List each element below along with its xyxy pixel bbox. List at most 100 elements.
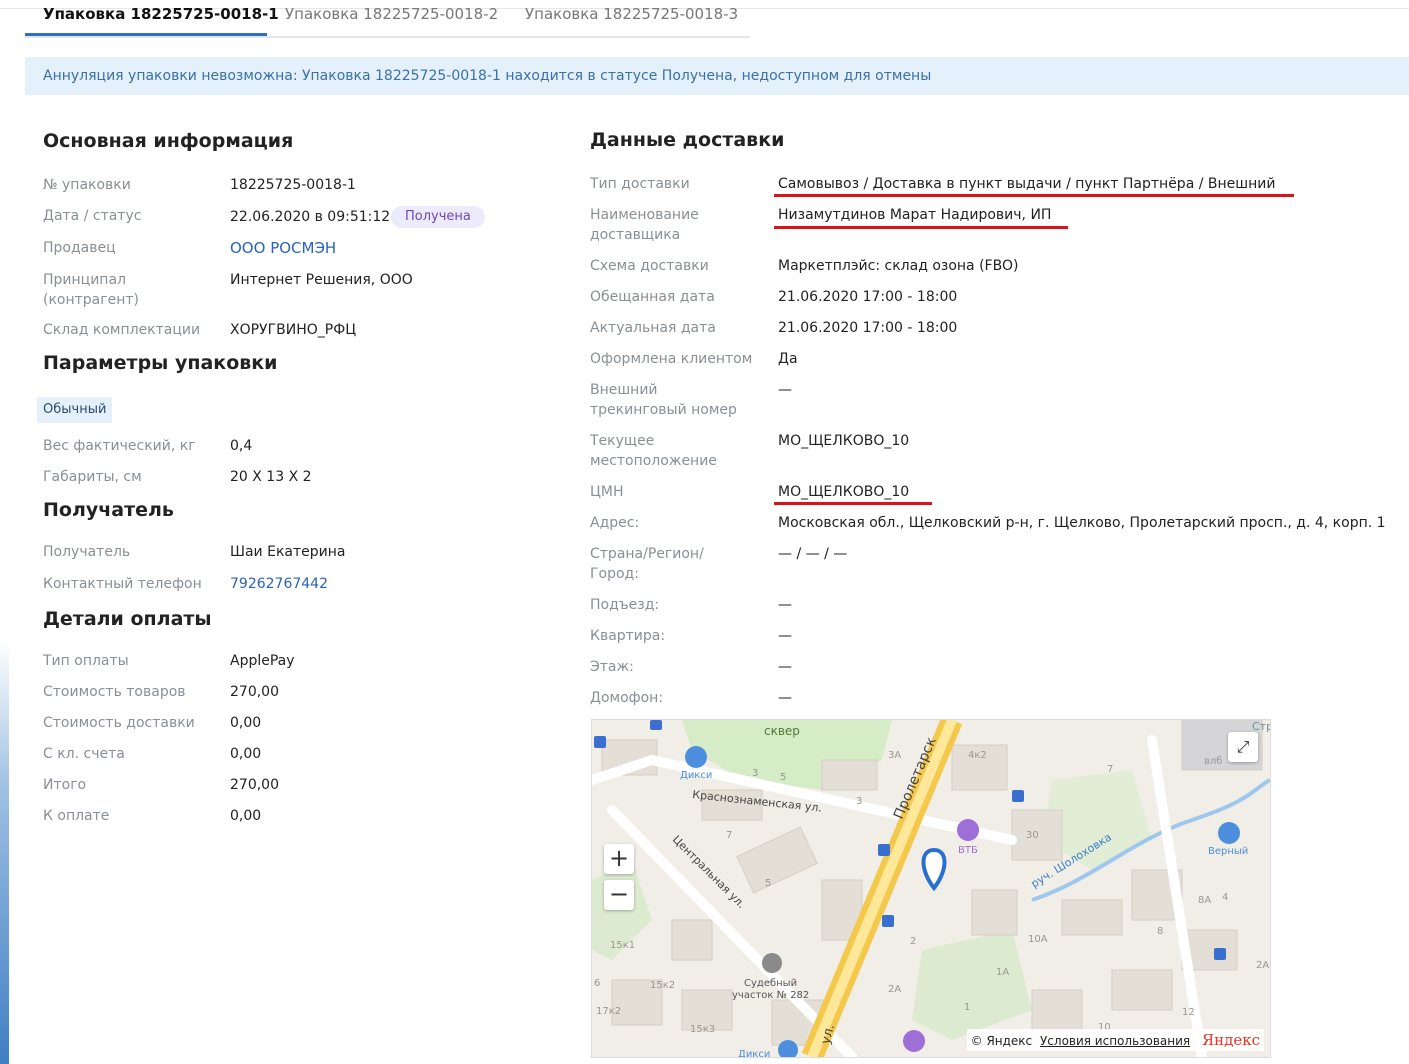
payment-row-label: С кл. счета <box>43 746 125 762</box>
svg-text:Верный: Верный <box>1208 846 1248 857</box>
svg-text:4: 4 <box>1222 892 1228 903</box>
delivery-type-value: Самовывоз / Доставка в пункт выдачи / пу… <box>778 176 1276 192</box>
seller-link[interactable]: ООО РОСМЭН <box>230 238 336 258</box>
principal-label: Принципал (контрагент) <box>43 272 139 308</box>
phone-label: Контактный телефон <box>43 576 202 592</box>
map-attribution: © Яндекс Условия использования Яндекс <box>966 1029 1264 1051</box>
zoom-out-button[interactable]: − <box>604 880 634 910</box>
zoom-in-button[interactable]: + <box>604 844 634 874</box>
svg-text:8: 8 <box>1157 926 1163 937</box>
highlight-underline <box>774 194 1294 197</box>
payment-row-label: Стоимость доставки <box>43 715 195 731</box>
delivery-row-label: Тип доставки <box>590 176 690 192</box>
active-tab-indicator <box>25 33 267 36</box>
dims-label: Габариты, см <box>43 469 142 485</box>
delivery-row-label: Внешний трекинговый номер <box>590 382 737 418</box>
svg-text:7: 7 <box>1107 764 1113 775</box>
payment-row-value: 0,00 <box>230 746 262 762</box>
svg-text:3: 3 <box>856 796 862 807</box>
svg-text:8А: 8А <box>1198 895 1211 906</box>
svg-text:15к1: 15к1 <box>610 940 635 951</box>
svg-text:влб: влб <box>1204 756 1222 767</box>
delivery-row-label: Домофон: <box>590 690 664 706</box>
recipient-name-label: Получатель <box>43 544 131 560</box>
highlight-underline <box>774 226 1068 229</box>
apartment-value: — <box>778 628 792 644</box>
svg-text:15к3: 15к3 <box>690 1024 715 1035</box>
svg-text:5: 5 <box>780 772 786 783</box>
yandex-logo: Яндекс <box>1201 1031 1260 1049</box>
payment-title: Детали оплаты <box>43 608 212 630</box>
svg-text:2: 2 <box>910 936 916 947</box>
delivery-row-label: Оформлена клиентом <box>590 351 753 367</box>
payment-row-label: Стоимость товаров <box>43 684 186 700</box>
svg-text:17к2: 17к2 <box>596 1006 621 1017</box>
svg-text:1А: 1А <box>996 967 1009 978</box>
delivery-title: Данные доставки <box>590 129 785 151</box>
weight-label: Вес фактический, кг <box>43 438 196 454</box>
current-location-value: МО_ЩЕЛКОВО_10 <box>778 433 910 449</box>
svg-text:сквер: сквер <box>764 724 800 738</box>
phone-link[interactable]: 79262767442 <box>230 574 328 594</box>
left-edge-strip <box>0 640 9 1064</box>
tab-package-3[interactable]: Упаковка 18225725-0018-3 <box>525 0 738 34</box>
delivery-map[interactable]: сквер Краснознаменская ул. Центральная у… <box>591 719 1271 1058</box>
delivery-row-label: Обещанная дата <box>590 289 715 305</box>
delivery-row-label: Подъезд: <box>590 597 660 613</box>
package-type-chip: Обычный <box>37 397 113 423</box>
warehouse-label: Склад комплектации <box>43 322 201 338</box>
svg-text:ВТБ: ВТБ <box>958 845 978 856</box>
payment-row-label: Итого <box>43 777 87 793</box>
payment-row-label: Тип оплаты <box>43 653 129 669</box>
client-issued-value: Да <box>778 351 798 367</box>
delivery-scheme-value: Маркетплэйс: склад озона (FBO) <box>778 258 1019 274</box>
payment-row-value: 0,00 <box>230 715 262 731</box>
svg-text:3А: 3А <box>888 750 901 761</box>
map-canvas: сквер Краснознаменская ул. Центральная у… <box>592 720 1270 1057</box>
promised-date-value: 21.06.2020 17:00 - 18:00 <box>778 289 958 305</box>
svg-text:4к2: 4к2 <box>968 750 987 761</box>
fullscreen-icon[interactable]: ⤢ <box>1228 732 1258 762</box>
payment-row-value: 270,00 <box>230 684 279 700</box>
payment-row-label: К оплате <box>43 808 110 824</box>
svg-text:15к2: 15к2 <box>650 980 675 991</box>
entrance-value: — <box>778 597 792 613</box>
weight-value: 0,4 <box>230 438 253 454</box>
banner-text: Аннуляция упаковки невозможна: Упаковка … <box>43 68 932 84</box>
package-no-value: 18225725-0018-1 <box>230 177 356 193</box>
carrier-name-value: Низамутдинов Марат Надирович, ИП <box>778 207 1052 223</box>
floor-value: — <box>778 659 792 675</box>
svg-text:3: 3 <box>752 768 758 779</box>
svg-text:6: 6 <box>594 978 600 989</box>
payment-row-value: 270,00 <box>230 777 279 793</box>
recipient-name-value: Шаи Екатерина <box>230 544 346 560</box>
delivery-row-label: Адрес: <box>590 515 640 531</box>
seller-label: Продавец <box>43 240 116 256</box>
highlight-underline <box>774 502 932 505</box>
recipient-title: Получатель <box>43 499 174 521</box>
package-no-label: № упаковки <box>43 177 131 193</box>
delivery-row-label: Квартира: <box>590 628 666 644</box>
svg-text:10А: 10А <box>1028 934 1048 945</box>
intercom-value: — <box>778 690 792 706</box>
cmn-value: МО_ЩЕЛКОВО_10 <box>778 484 910 500</box>
actual-date-value: 21.06.2020 17:00 - 18:00 <box>778 320 958 336</box>
delivery-row-label: ЦМН <box>590 484 624 500</box>
date-value: 22.06.2020 в 09:51:12 <box>230 209 391 225</box>
delivery-row-label: Текущее местоположение <box>590 433 717 469</box>
date-status-label: Дата / статус <box>43 208 142 224</box>
payment-row-value: ApplePay <box>230 653 295 669</box>
tab-package-2[interactable]: Упаковка 18225725-0018-2 <box>285 0 498 34</box>
delivery-row-label: Схема доставки <box>590 258 709 274</box>
warehouse-value: ХОРУГВИНО_РФЦ <box>230 322 357 338</box>
delivery-row-label: Наименование доставщика <box>590 207 699 243</box>
delivery-row-label: Страна/Регион/ Город: <box>590 546 704 582</box>
svg-text:участок № 282: участок № 282 <box>732 990 809 1001</box>
svg-text:12: 12 <box>1182 1007 1195 1018</box>
tab-package-1[interactable]: Упаковка 18225725-0018-1 <box>43 0 279 34</box>
map-terms-link[interactable]: Условия использования <box>1040 1034 1190 1048</box>
delivery-row-label: Актуальная дата <box>590 320 716 336</box>
principal-value: Интернет Решения, ООО <box>230 272 413 288</box>
svg-text:7: 7 <box>726 830 732 841</box>
svg-text:2А: 2А <box>888 984 901 995</box>
